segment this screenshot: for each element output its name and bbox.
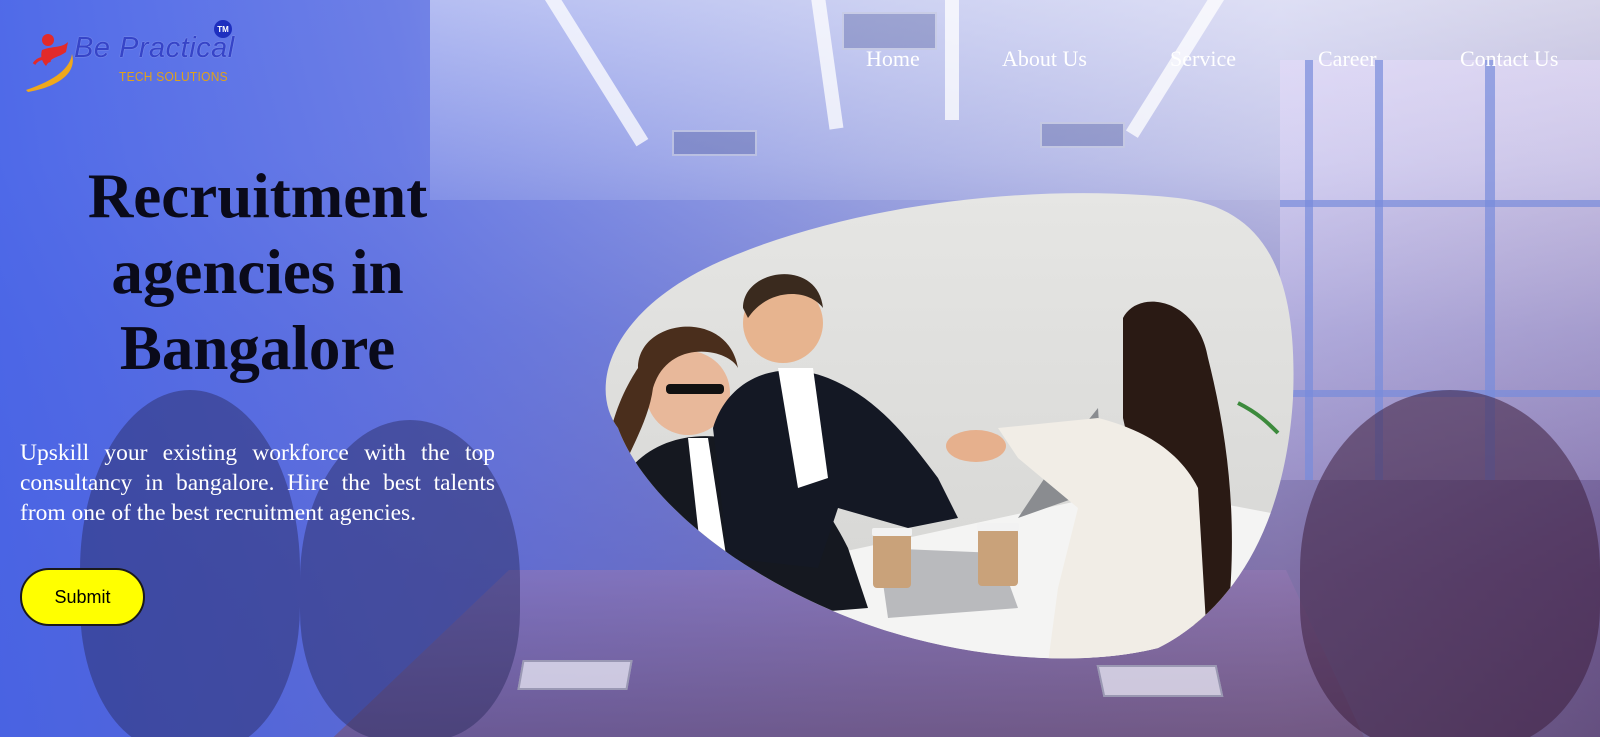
hero-title-line: Bangalore xyxy=(119,313,396,383)
laptop xyxy=(517,660,633,690)
hero-subtitle: Upskill your existing workforce with the… xyxy=(20,440,495,526)
nav-home[interactable]: Home xyxy=(866,46,920,72)
nav-about-us[interactable]: About Us xyxy=(1002,46,1087,72)
trademark-badge: TM xyxy=(214,20,232,38)
ceiling-vent xyxy=(1040,122,1125,148)
hero-title: Recruitment agencies in Bangalore xyxy=(30,158,485,386)
person-silhouette xyxy=(1300,390,1600,737)
laptop xyxy=(1096,665,1224,697)
ceiling-vent xyxy=(842,12,937,50)
hero-title-line: Recruitment xyxy=(87,161,428,231)
nav-career[interactable]: Career xyxy=(1318,46,1377,72)
ceiling-vent xyxy=(672,130,757,156)
main-nav: Home About Us Service Career Contact Us xyxy=(0,46,1600,76)
submit-button[interactable]: Submit xyxy=(20,568,145,626)
nav-contact-us[interactable]: Contact Us xyxy=(1460,46,1558,72)
hero-title-line: agencies in xyxy=(111,237,404,307)
nav-service[interactable]: Service xyxy=(1170,46,1236,72)
handshake-meeting-image xyxy=(578,188,1298,663)
